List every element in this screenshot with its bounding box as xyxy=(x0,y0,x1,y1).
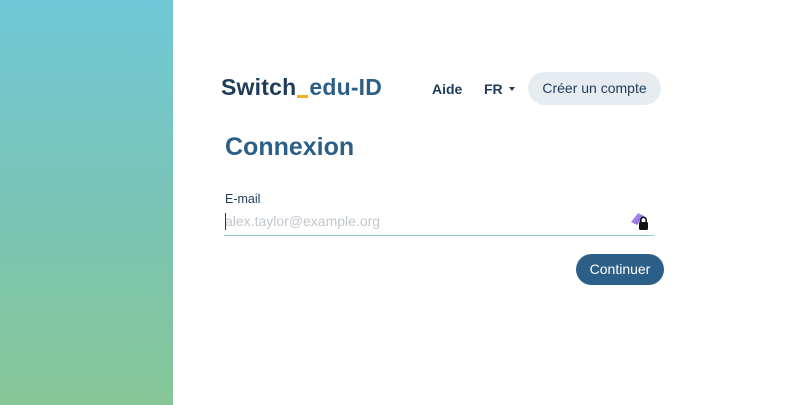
email-label: E-mail xyxy=(225,192,261,206)
help-link[interactable]: Aide xyxy=(432,80,462,98)
language-dropdown[interactable]: FR xyxy=(484,80,515,98)
brand-name-eduid: edu-ID xyxy=(309,74,383,100)
brand-underscore xyxy=(297,95,309,98)
chevron-down-icon xyxy=(508,87,515,91)
email-field-wrapper xyxy=(224,208,654,236)
create-account-button[interactable]: Créer un compte xyxy=(528,72,661,105)
password-manager-lock-icon[interactable] xyxy=(629,211,651,231)
brand-name-switch: Switch xyxy=(221,74,297,100)
language-label: FR xyxy=(484,81,503,97)
email-input[interactable] xyxy=(224,208,625,234)
content-area: Switch edu-ID Aide FR Créer un compte Con… xyxy=(173,0,800,405)
page: Switch edu-ID Aide FR Créer un compte Con… xyxy=(0,0,800,405)
side-gradient-panel xyxy=(0,0,173,405)
continue-button[interactable]: Continuer xyxy=(576,254,664,285)
text-cursor xyxy=(225,213,226,230)
brand-logo[interactable]: Switch edu-ID xyxy=(221,73,382,101)
page-title: Connexion xyxy=(225,133,355,161)
